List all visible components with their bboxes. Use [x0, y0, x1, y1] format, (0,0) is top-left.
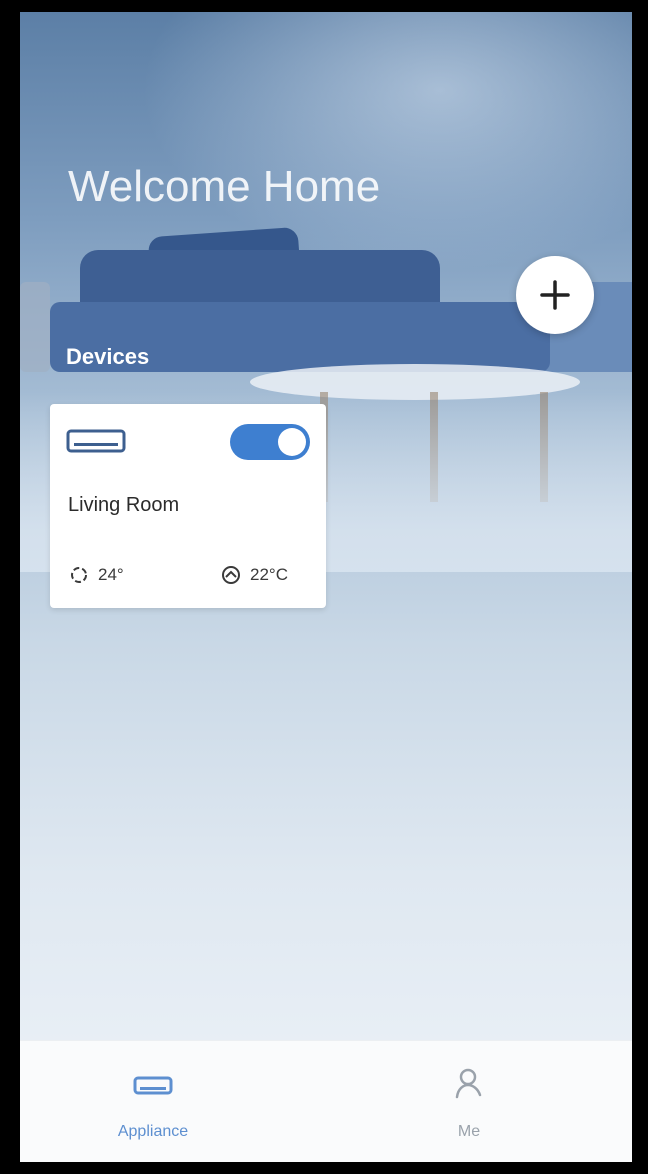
device-card-living-room[interactable]: Living Room 24° 22°C: [50, 404, 326, 608]
bottom-tab-bar: Appliance Me: [20, 1040, 632, 1162]
home-temperature-icon: [222, 566, 240, 584]
user-icon: [454, 1067, 484, 1104]
tab-appliance-label: Appliance: [117, 1123, 189, 1140]
page-title: Welcome Home: [68, 162, 381, 211]
devices-section-title: Devices: [66, 344, 150, 369]
status-bar: [20, 12, 632, 52]
tab-appliance[interactable]: Appliance: [20, 1041, 326, 1162]
air-conditioner-icon: [66, 428, 126, 461]
set-temperature-value: 24°: [98, 565, 124, 584]
power-toggle[interactable]: [230, 424, 310, 460]
mode-icon: [71, 567, 87, 583]
set-temperature: 24°: [68, 564, 124, 586]
toggle-knob: [278, 428, 306, 456]
device-frame: Welcome Home Devices Living Room 24° 22°…: [0, 0, 648, 1174]
tab-me-label: Me: [457, 1123, 481, 1140]
device-room-name: Living Room: [68, 494, 180, 516]
tab-me[interactable]: Me: [326, 1041, 632, 1162]
indoor-temperature: 22°C: [220, 564, 288, 586]
appliance-icon: [133, 1075, 173, 1102]
plus-icon: [540, 280, 570, 310]
app-screen: Welcome Home Devices Living Room 24° 22°…: [20, 12, 632, 1162]
indoor-temperature-value: 22°C: [250, 565, 288, 584]
add-device-button[interactable]: [516, 256, 594, 334]
lamp: [20, 282, 50, 372]
